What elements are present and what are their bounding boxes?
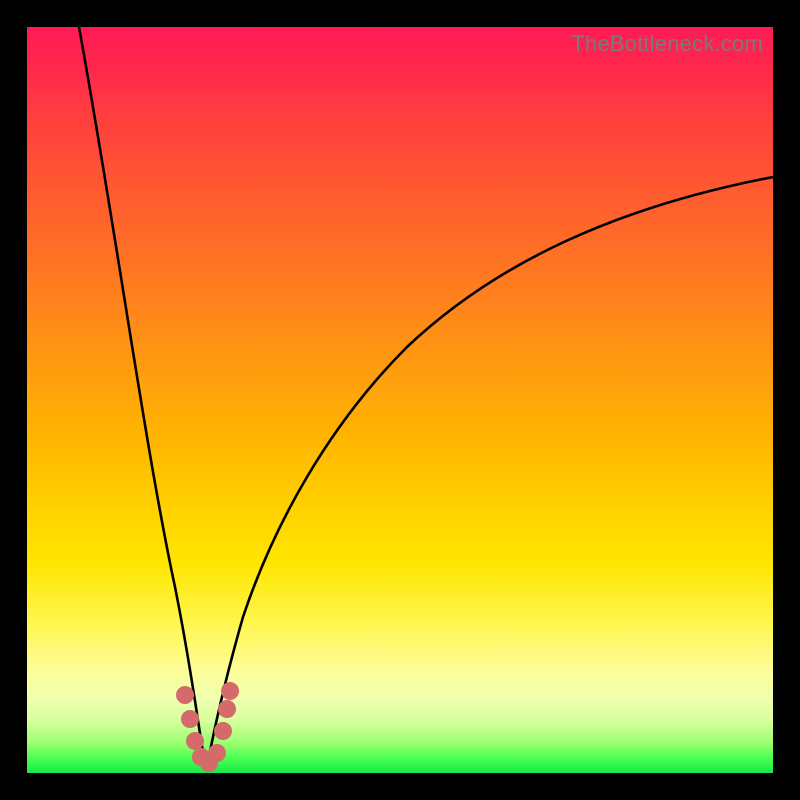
plot-area: TheBottleneck.com bbox=[27, 27, 773, 773]
chart-frame: TheBottleneck.com bbox=[0, 0, 800, 800]
curve-left-branch bbox=[79, 27, 207, 767]
bottleneck-curve bbox=[27, 27, 773, 773]
curve-right-branch bbox=[207, 177, 773, 767]
trough-markers bbox=[176, 682, 239, 772]
